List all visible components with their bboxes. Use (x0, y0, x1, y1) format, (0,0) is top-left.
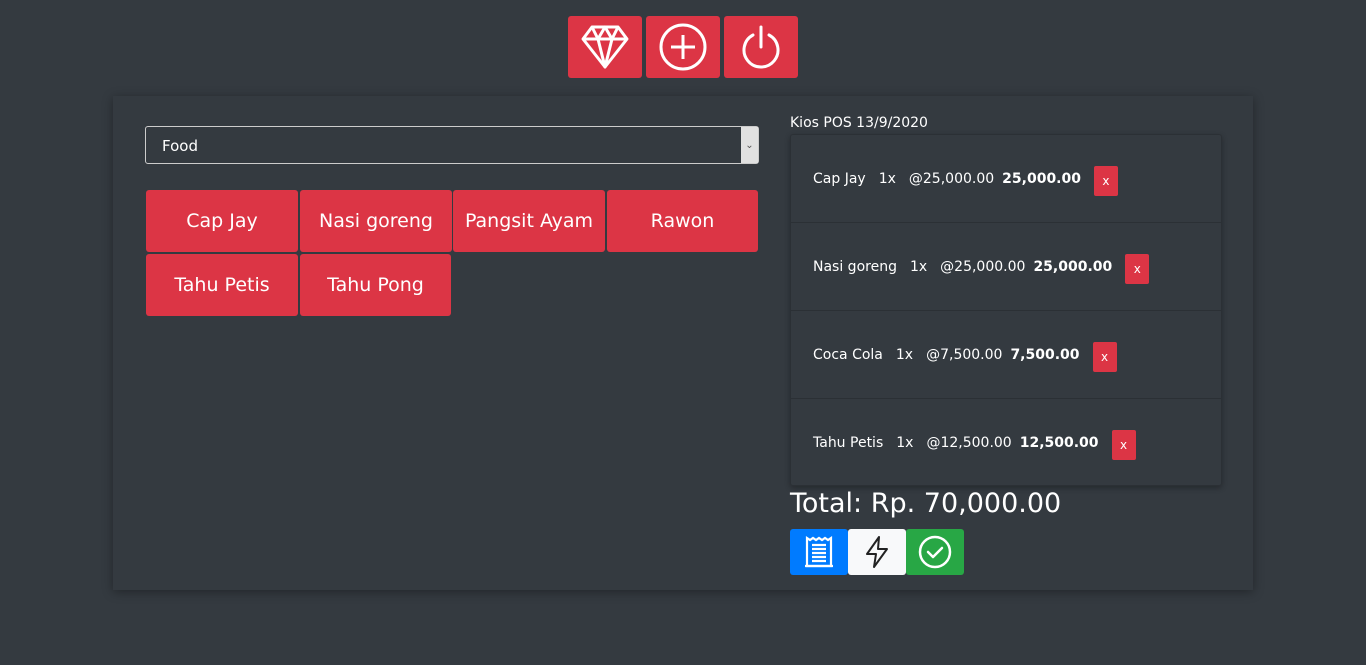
plus-circle-icon (659, 23, 707, 71)
product-button[interactable]: Tahu Pong (300, 254, 451, 316)
item-qty: 1x (896, 435, 914, 451)
add-button[interactable] (646, 16, 720, 78)
item-qty: 1x (895, 346, 914, 363)
category-selected: Food (162, 137, 198, 155)
product-button[interactable]: Tahu Petis (146, 254, 298, 316)
chevron-down-icon: ⌄ (741, 127, 758, 163)
item-name: Tahu Petis (813, 435, 884, 451)
item-name: Nasi goreng (813, 258, 897, 275)
checkout-button[interactable] (906, 529, 964, 575)
item-qty: 1x (878, 170, 896, 187)
receipt-icon (805, 535, 833, 568)
item-name: Coca Cola (813, 346, 883, 363)
remove-item-button[interactable]: x (1125, 253, 1150, 284)
item-price: @12,500.00 (926, 435, 1012, 451)
item-subtotal: 7,500.00 (1010, 346, 1080, 363)
lightning-icon (866, 536, 888, 568)
receipt-title: Kios POS 13/9/2020 (790, 115, 928, 131)
product-button[interactable]: Nasi goreng (300, 190, 452, 252)
product-button[interactable]: Rawon (607, 190, 758, 252)
product-button[interactable]: Cap Jay (146, 190, 298, 252)
cart-list: Cap Jay 1x @25,000.00 25,000.00 x Nasi g… (790, 134, 1222, 486)
power-button[interactable] (724, 16, 798, 78)
category-select[interactable]: Food ⌄ (145, 126, 759, 164)
quick-button[interactable] (848, 529, 906, 575)
item-price: @25,000.00 (940, 258, 1026, 275)
cart-item: Cap Jay 1x @25,000.00 25,000.00 x (791, 135, 1221, 223)
product-button[interactable]: Pangsit Ayam (453, 190, 605, 252)
print-receipt-button[interactable] (790, 529, 848, 575)
cart-item: Coca Cola 1x @7,500.00 7,500.00 x (791, 311, 1221, 399)
item-name: Cap Jay (813, 170, 866, 187)
total-amount: Total: Rp. 70,000.00 (790, 488, 1062, 519)
cart-item: Nasi goreng 1x @25,000.00 25,000.00 x (791, 223, 1221, 311)
remove-item-button[interactable]: x (1111, 430, 1136, 460)
diamond-icon (581, 25, 629, 69)
item-price: @25,000.00 (908, 170, 995, 187)
remove-item-button[interactable]: x (1092, 341, 1117, 372)
diamond-button[interactable] (568, 16, 642, 78)
remove-item-button[interactable]: x (1093, 165, 1118, 196)
item-qty: 1x (909, 258, 928, 275)
check-circle-icon (918, 535, 952, 569)
item-subtotal: 12,500.00 (1019, 435, 1099, 451)
power-icon (742, 25, 780, 69)
item-subtotal: 25,000.00 (1033, 258, 1113, 275)
item-price: @7,500.00 (926, 346, 1003, 363)
item-subtotal: 25,000.00 (1002, 170, 1081, 187)
cart-item: Tahu Petis 1x @12,500.00 12,500.00 x (791, 399, 1221, 487)
